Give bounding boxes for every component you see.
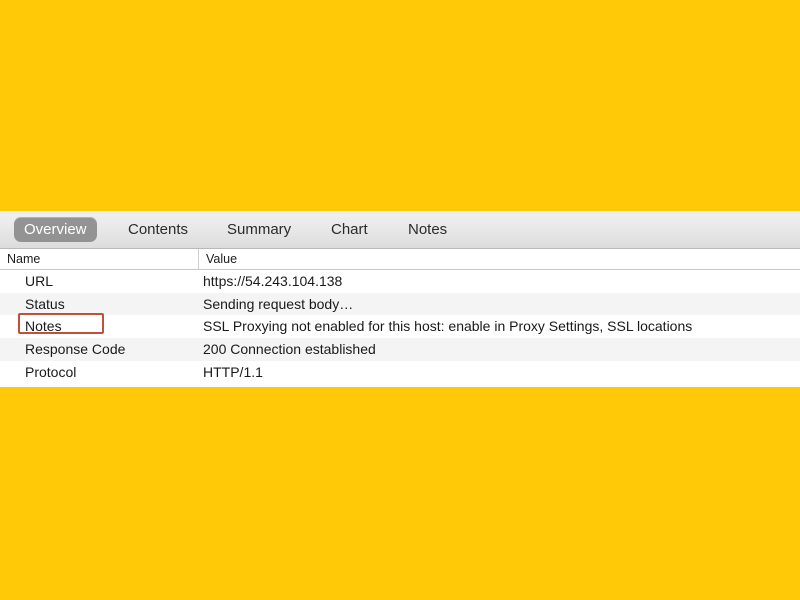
row-name: Protocol: [25, 363, 77, 380]
tab-summary[interactable]: Summary: [217, 217, 301, 242]
row-name: Status: [25, 295, 65, 312]
row-value: https://54.243.104.138: [203, 273, 343, 289]
row-value: HTTP/1.1: [203, 363, 263, 380]
screenshot-root: Overview Contents Summary Chart Notes Na…: [0, 0, 800, 600]
column-divider[interactable]: [198, 249, 199, 269]
table-row[interactable]: Response Code 200 Connection established: [0, 338, 800, 361]
tab-bar: Overview Contents Summary Chart Notes: [0, 211, 800, 249]
tab-overview[interactable]: Overview: [14, 217, 97, 242]
tab-notes[interactable]: Notes: [398, 217, 457, 242]
row-name: URL: [25, 273, 54, 289]
table-row[interactable]: URL https://54.243.104.138: [0, 270, 800, 293]
row-name: Notes: [25, 318, 62, 335]
table-row[interactable]: Notes SSL Proxying not enabled for this …: [0, 315, 800, 339]
table-row[interactable]: Protocol HTTP/1.1: [0, 360, 800, 384]
tab-chart[interactable]: Chart: [321, 217, 378, 242]
properties-table: Name Value URL https://54.243.104.138 St…: [0, 249, 800, 384]
column-header-name[interactable]: Name: [7, 251, 40, 267]
row-value: SSL Proxying not enabled for this host: …: [203, 318, 693, 335]
column-header-value[interactable]: Value: [206, 251, 237, 267]
row-value: Sending request body…: [203, 295, 354, 312]
table-header-row: Name Value: [0, 249, 800, 270]
table-row[interactable]: Status Sending request body…: [0, 292, 800, 316]
inspector-panel: Overview Contents Summary Chart Notes Na…: [0, 211, 800, 387]
row-name: Response Code: [25, 341, 126, 358]
row-value: 200 Connection established: [203, 341, 376, 358]
tab-contents[interactable]: Contents: [118, 217, 198, 242]
